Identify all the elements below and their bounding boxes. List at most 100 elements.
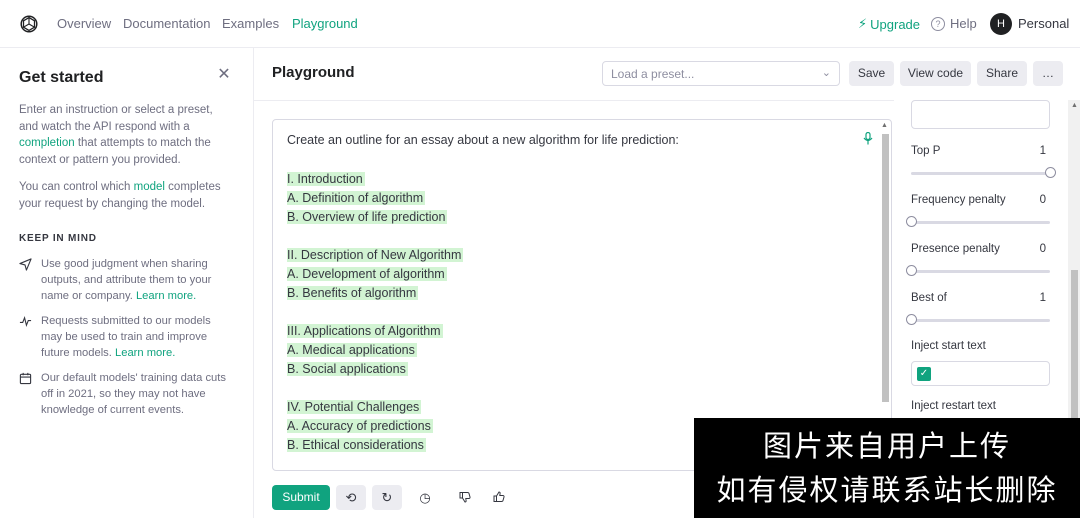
presence-penalty-label: Presence penalty [911, 243, 1000, 255]
thumbs-up-icon [493, 491, 505, 502]
learn-more-link[interactable]: Learn more. [136, 290, 196, 302]
completion-line: A. Development of algorithm [287, 265, 463, 284]
keep-item-text: Use good judgment when sharing outputs, … [41, 256, 234, 304]
scrollbar-thumb[interactable] [882, 134, 889, 402]
keep-item-sharing: Use good judgment when sharing outputs, … [19, 256, 234, 304]
thumbs-up-button[interactable] [484, 485, 514, 510]
prompt-text[interactable]: Create an outline for an essay about a n… [287, 133, 679, 147]
keep-item-cutoff: Our default models' training data cuts o… [19, 370, 234, 418]
editor-scrollbar[interactable]: ▲ [880, 122, 890, 467]
top-p-label: Top P [911, 145, 941, 157]
inject-start-label: Inject start text [911, 340, 986, 352]
frequency-penalty-value[interactable]: 0 [1024, 194, 1046, 206]
avatar[interactable]: H [990, 13, 1012, 35]
settings-input[interactable] [911, 100, 1050, 129]
completion-line-text: A. Accuracy of predictions [287, 419, 433, 433]
presence-penalty-value[interactable]: 0 [1024, 243, 1046, 255]
completion-line-text: B. Social applications [287, 362, 408, 376]
scroll-up-icon[interactable]: ▲ [881, 122, 888, 129]
inject-start-field[interactable]: ✓ [911, 361, 1050, 386]
more-options-button[interactable]: … [1033, 61, 1063, 86]
best-of-label: Best of [911, 292, 947, 304]
top-p-slider[interactable] [911, 167, 1056, 178]
completion-blank-line [287, 379, 463, 398]
openai-logo-icon[interactable] [18, 13, 40, 35]
completion-blank-line [287, 303, 463, 322]
model-link[interactable]: model [134, 181, 165, 193]
page-title: Playground [272, 64, 355, 81]
completion-line-text: B. Benefits of algorithm [287, 286, 419, 300]
preset-placeholder: Load a preset... [611, 67, 695, 81]
presence-penalty-slider[interactable] [906, 265, 1050, 276]
account-name[interactable]: Personal [1018, 16, 1069, 31]
best-of-value[interactable]: 1 [1024, 292, 1046, 304]
completion-line: B. Benefits of algorithm [287, 284, 463, 303]
sidebar-intro: Enter an instruction or select a preset,… [19, 102, 231, 168]
close-icon[interactable]: ✕ [217, 67, 231, 83]
regenerate-button[interactable]: ↻ [372, 485, 402, 510]
completion-line: A. Accuracy of predictions [287, 417, 463, 436]
share-button[interactable]: Share [977, 61, 1027, 86]
view-code-button[interactable]: View code [900, 61, 971, 86]
sidebar-title: Get started [19, 69, 104, 86]
nav-playground[interactable]: Playground [292, 16, 358, 31]
thumbs-down-button[interactable] [450, 485, 480, 510]
completion-line: B. Social applications [287, 360, 463, 379]
keep-in-mind-heading: KEEP IN MIND [19, 233, 97, 244]
completion-link[interactable]: completion [19, 137, 75, 149]
send-icon [19, 258, 33, 272]
watermark-line-2: 如有侵权请联系站长删除 [716, 473, 1058, 507]
slider-handle[interactable] [906, 216, 917, 227]
save-button[interactable]: Save [849, 61, 894, 86]
inject-start-checkbox[interactable]: ✓ [917, 367, 931, 381]
nav-overview[interactable]: Overview [57, 16, 111, 31]
completion-line: B. Overview of life prediction [287, 208, 463, 227]
completion-line-text: II. Description of New Algorithm [287, 248, 464, 262]
undo-button[interactable]: ⟲ [336, 485, 366, 510]
scroll-up-icon[interactable]: ▲ [1071, 102, 1078, 109]
undo-icon: ⟲ [345, 490, 357, 505]
completion-output[interactable]: I. Introduction A. Definition of algorith… [287, 170, 464, 455]
lightning-icon: ⚡︎ [858, 16, 868, 31]
completion-line-text: III. Applications of Algorithm [287, 324, 443, 338]
history-icon: ◷ [419, 490, 431, 505]
best-of-slider[interactable] [906, 314, 1050, 325]
activity-icon [19, 315, 33, 329]
keep-item-training: Requests submitted to our models may be … [19, 313, 234, 361]
history-button[interactable]: ◷ [410, 485, 440, 510]
help-icon: ? [931, 16, 945, 31]
watermark-overlay: 图片来自用户上传 如有侵权请联系站长删除 [694, 418, 1080, 518]
get-started-sidebar: Get started ✕ Enter an instruction or se… [0, 48, 254, 518]
completion-line: III. Applications of Algorithm [287, 322, 463, 341]
completion-line-text: A. Definition of algorithm [287, 191, 426, 205]
submit-button[interactable]: Submit [272, 485, 330, 510]
learn-more-link[interactable]: Learn more. [115, 347, 175, 359]
model-text: You can control which [19, 181, 134, 193]
slider-handle[interactable] [906, 265, 917, 276]
scrollbar-thumb[interactable] [1071, 270, 1078, 420]
slider-handle[interactable] [1045, 167, 1056, 178]
completion-line-text: A. Medical applications [287, 343, 417, 357]
microphone-icon[interactable] [863, 131, 873, 148]
nav-examples[interactable]: Examples [222, 16, 279, 31]
upgrade-link[interactable]: ⚡︎ Upgrade [858, 16, 920, 32]
calendar-icon [19, 372, 33, 386]
slider-handle[interactable] [906, 314, 917, 325]
completion-line: II. Description of New Algorithm [287, 246, 464, 265]
completion-line: IV. Potential Challenges [287, 398, 463, 417]
completion-line: B. Ethical considerations [287, 436, 463, 455]
completion-line-text: A. Development of algorithm [287, 267, 447, 281]
header-divider [254, 100, 894, 101]
top-p-value[interactable]: 1 [1024, 145, 1046, 157]
help-link[interactable]: ? Help [931, 16, 977, 31]
top-nav: Overview Documentation Examples Playgrou… [0, 0, 1080, 48]
frequency-penalty-slider[interactable] [906, 216, 1050, 227]
completion-line-text: B. Overview of life prediction [287, 210, 448, 224]
nav-documentation[interactable]: Documentation [123, 16, 210, 31]
completion-line: A. Definition of algorithm [287, 189, 463, 208]
completion-line-text: B. Ethical considerations [287, 438, 426, 452]
keep-item-text: Our default models' training data cuts o… [41, 370, 234, 418]
keep-item-text: Requests submitted to our models may be … [41, 313, 234, 361]
preset-select[interactable]: Load a preset... ⌄ [602, 61, 840, 86]
keep-item-body: Our default models' training data cuts o… [41, 372, 226, 416]
